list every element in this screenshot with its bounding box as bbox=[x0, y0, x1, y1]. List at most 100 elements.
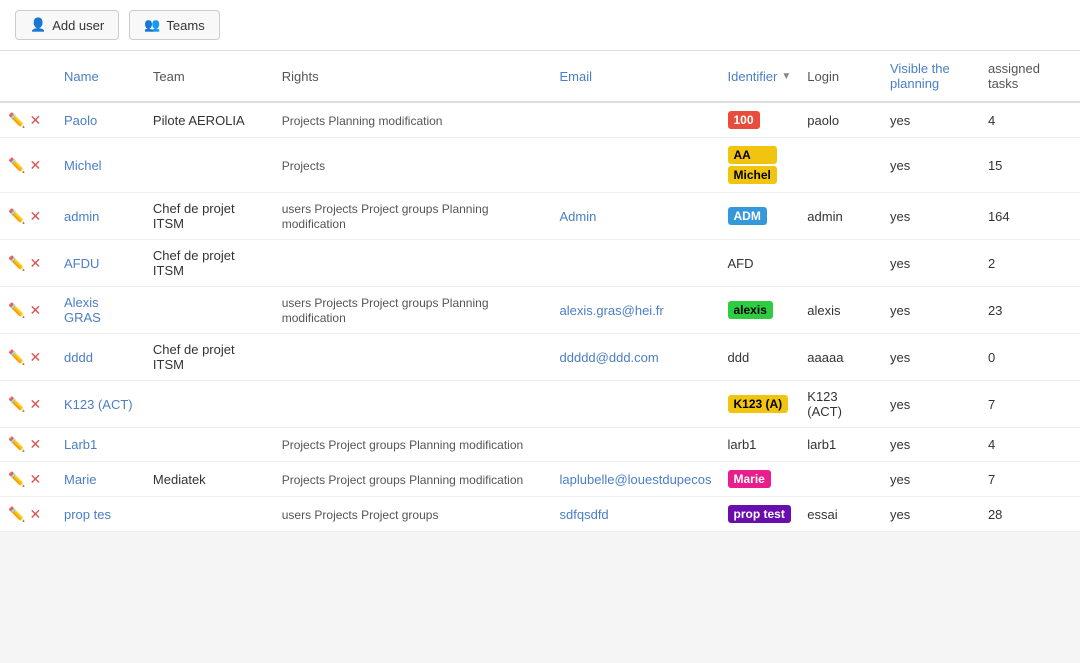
cell-login: admin bbox=[799, 193, 882, 240]
cell-identifier: larb1 bbox=[720, 428, 800, 462]
identifier-badge: alexis bbox=[728, 301, 773, 319]
cell-name: Larb1 bbox=[56, 428, 145, 462]
cell-identifier: Marie bbox=[720, 462, 800, 497]
edit-icon[interactable]: ✏️ bbox=[8, 396, 25, 413]
table-row: ✏️ ✕ K123 (ACT)K123 (A)K123 (ACT)yes7 bbox=[0, 381, 1080, 428]
cell-visible: yes bbox=[882, 102, 980, 138]
cell-team bbox=[145, 428, 274, 462]
th-identifier[interactable]: Identifier ▼ bbox=[720, 51, 800, 102]
delete-icon[interactable]: ✕ bbox=[29, 112, 41, 129]
cell-team: Chef de projet ITSM bbox=[145, 334, 274, 381]
table-header-row: Name Team Rights Email Identifier ▼ bbox=[0, 51, 1080, 102]
cell-actions: ✏️ ✕ bbox=[0, 428, 56, 462]
cell-visible: yes bbox=[882, 428, 980, 462]
cell-login: paolo bbox=[799, 102, 882, 138]
cell-team: Pilote AEROLIA bbox=[145, 102, 274, 138]
delete-icon[interactable]: ✕ bbox=[29, 471, 41, 488]
teams-button[interactable]: 👥 Teams bbox=[129, 10, 219, 40]
cell-name: dddd bbox=[56, 334, 145, 381]
cell-tasks: 2 bbox=[980, 240, 1080, 287]
cell-team bbox=[145, 497, 274, 532]
edit-icon[interactable]: ✏️ bbox=[8, 471, 25, 488]
cell-actions: ✏️ ✕ bbox=[0, 287, 56, 334]
edit-icon[interactable]: ✏️ bbox=[8, 112, 25, 129]
th-assigned-tasks: assigned tasks bbox=[980, 51, 1080, 102]
identifier-badge: prop test bbox=[728, 505, 791, 523]
cell-name: Michel bbox=[56, 138, 145, 193]
identifier-badge: 100 bbox=[728, 111, 760, 129]
cell-rights: Projects Project groups Planning modific… bbox=[274, 462, 552, 497]
cell-email bbox=[552, 428, 720, 462]
delete-icon[interactable]: ✕ bbox=[29, 208, 41, 225]
table-row: ✏️ ✕ AFDUChef de projet ITSMAFDyes2 bbox=[0, 240, 1080, 287]
cell-tasks: 28 bbox=[980, 497, 1080, 532]
cell-login: aaaaa bbox=[799, 334, 882, 381]
add-user-button[interactable]: 👤 Add user bbox=[15, 10, 119, 40]
delete-icon[interactable]: ✕ bbox=[29, 157, 41, 174]
delete-icon[interactable]: ✕ bbox=[29, 396, 41, 413]
cell-actions: ✏️ ✕ bbox=[0, 334, 56, 381]
delete-icon[interactable]: ✕ bbox=[29, 349, 41, 366]
cell-visible: yes bbox=[882, 497, 980, 532]
cell-rights bbox=[274, 240, 552, 287]
cell-rights: Projects Project groups Planning modific… bbox=[274, 428, 552, 462]
cell-email bbox=[552, 240, 720, 287]
add-user-icon: 👤 bbox=[30, 17, 46, 33]
table-row: ✏️ ✕ adminChef de projet ITSMusers Proje… bbox=[0, 193, 1080, 240]
delete-icon[interactable]: ✕ bbox=[29, 302, 41, 319]
cell-identifier: AFD bbox=[720, 240, 800, 287]
cell-name: Marie bbox=[56, 462, 145, 497]
table-body: ✏️ ✕ PaoloPilote AEROLIAProjects Plannin… bbox=[0, 102, 1080, 532]
cell-email: Admin bbox=[552, 193, 720, 240]
edit-icon[interactable]: ✏️ bbox=[8, 208, 25, 225]
th-actions bbox=[0, 51, 56, 102]
edit-icon[interactable]: ✏️ bbox=[8, 302, 25, 319]
cell-rights: Projects bbox=[274, 138, 552, 193]
cell-actions: ✏️ ✕ bbox=[0, 462, 56, 497]
delete-icon[interactable]: ✕ bbox=[29, 506, 41, 523]
table-row: ✏️ ✕ Alexis GRASusers Projects Project g… bbox=[0, 287, 1080, 334]
th-name[interactable]: Name bbox=[56, 51, 145, 102]
cell-team: Chef de projet ITSM bbox=[145, 240, 274, 287]
cell-email: alexis.gras@hei.fr bbox=[552, 287, 720, 334]
cell-email: laplubelle@louestdupecos bbox=[552, 462, 720, 497]
cell-rights bbox=[274, 381, 552, 428]
add-user-label: Add user bbox=[52, 18, 104, 33]
th-team: Team bbox=[145, 51, 274, 102]
cell-visible: yes bbox=[882, 462, 980, 497]
cell-identifier: alexis bbox=[720, 287, 800, 334]
cell-tasks: 7 bbox=[980, 381, 1080, 428]
edit-icon[interactable]: ✏️ bbox=[8, 349, 25, 366]
identifier-sort-icon: ▼ bbox=[781, 71, 791, 82]
cell-login: alexis bbox=[799, 287, 882, 334]
cell-login bbox=[799, 240, 882, 287]
cell-team bbox=[145, 381, 274, 428]
cell-name: K123 (ACT) bbox=[56, 381, 145, 428]
teams-icon: 👥 bbox=[144, 17, 160, 33]
cell-actions: ✏️ ✕ bbox=[0, 138, 56, 193]
identifier-badge: K123 (A) bbox=[728, 395, 789, 413]
edit-icon[interactable]: ✏️ bbox=[8, 436, 25, 453]
cell-identifier: K123 (A) bbox=[720, 381, 800, 428]
table-row: ✏️ ✕ MarieMediatekProjects Project group… bbox=[0, 462, 1080, 497]
edit-icon[interactable]: ✏️ bbox=[8, 255, 25, 272]
edit-icon[interactable]: ✏️ bbox=[8, 157, 25, 174]
cell-name: Paolo bbox=[56, 102, 145, 138]
th-visible-planning[interactable]: Visible the planning bbox=[882, 51, 980, 102]
cell-name: admin bbox=[56, 193, 145, 240]
th-email[interactable]: Email bbox=[552, 51, 720, 102]
cell-email bbox=[552, 138, 720, 193]
cell-visible: yes bbox=[882, 138, 980, 193]
toolbar: 👤 Add user 👥 Teams bbox=[0, 0, 1080, 51]
cell-actions: ✏️ ✕ bbox=[0, 102, 56, 138]
cell-email: ddddd@ddd.com bbox=[552, 334, 720, 381]
delete-icon[interactable]: ✕ bbox=[29, 436, 41, 453]
cell-visible: yes bbox=[882, 287, 980, 334]
table-row: ✏️ ✕ prop tesusers Projects Project grou… bbox=[0, 497, 1080, 532]
delete-icon[interactable]: ✕ bbox=[29, 255, 41, 272]
cell-name: prop tes bbox=[56, 497, 145, 532]
cell-tasks: 4 bbox=[980, 102, 1080, 138]
cell-actions: ✏️ ✕ bbox=[0, 240, 56, 287]
edit-icon[interactable]: ✏️ bbox=[8, 506, 25, 523]
cell-rights: Projects Planning modification bbox=[274, 102, 552, 138]
